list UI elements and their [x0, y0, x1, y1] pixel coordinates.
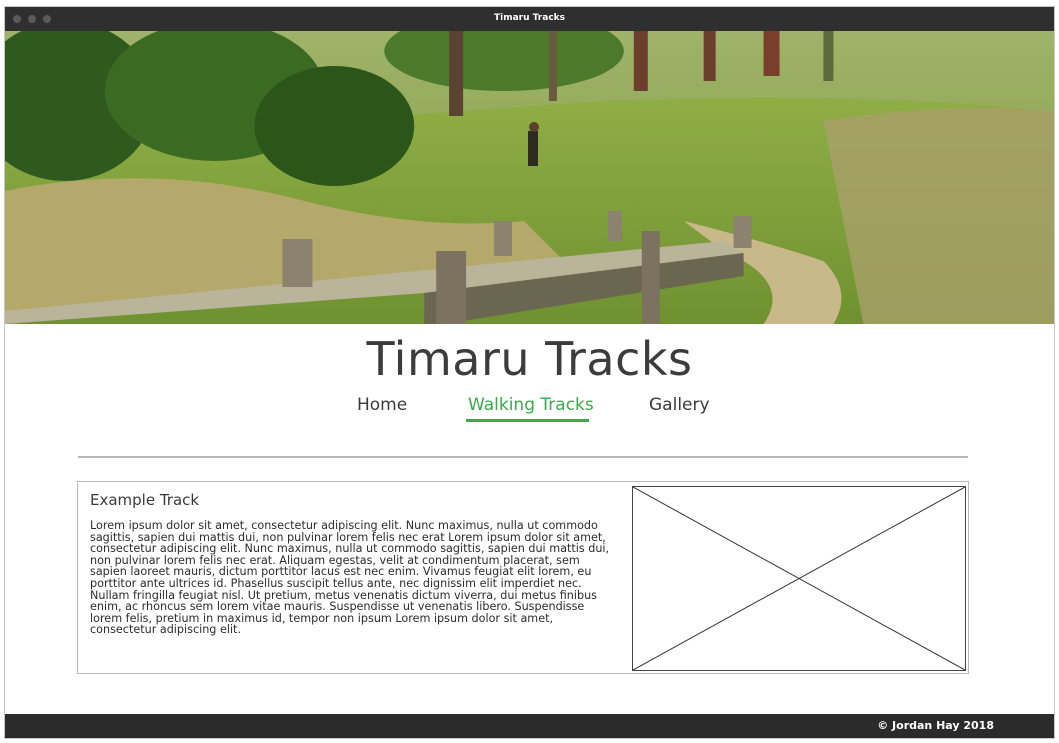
main-nav: Home Walking Tracks Gallery — [5, 395, 1054, 427]
title-bar: Timaru Tracks — [5, 7, 1054, 31]
copyright-text: © Jordan Hay 2018 — [877, 719, 994, 732]
section-divider — [78, 456, 968, 458]
site-title: Timaru Tracks — [366, 332, 693, 386]
track-description: Lorem ipsum dolor sit amet, consectetur … — [90, 519, 610, 637]
hero-image — [5, 31, 1054, 324]
browser-window: Timaru Tracks Timaru Tracks Home Walking… — [4, 6, 1055, 739]
nav-item-gallery[interactable]: Gallery — [649, 395, 710, 415]
footer: © Jordan Hay 2018 — [5, 714, 1054, 738]
window-title: Timaru Tracks — [494, 13, 565, 23]
nav-item-walking-tracks[interactable]: Walking Tracks — [468, 395, 594, 415]
track-card: Example Track Lorem ipsum dolor sit amet… — [77, 481, 969, 674]
track-title: Example Track — [90, 491, 200, 509]
nav-item-home[interactable]: Home — [357, 395, 407, 415]
active-nav-indicator — [466, 419, 589, 422]
image-placeholder-icon — [632, 486, 966, 671]
